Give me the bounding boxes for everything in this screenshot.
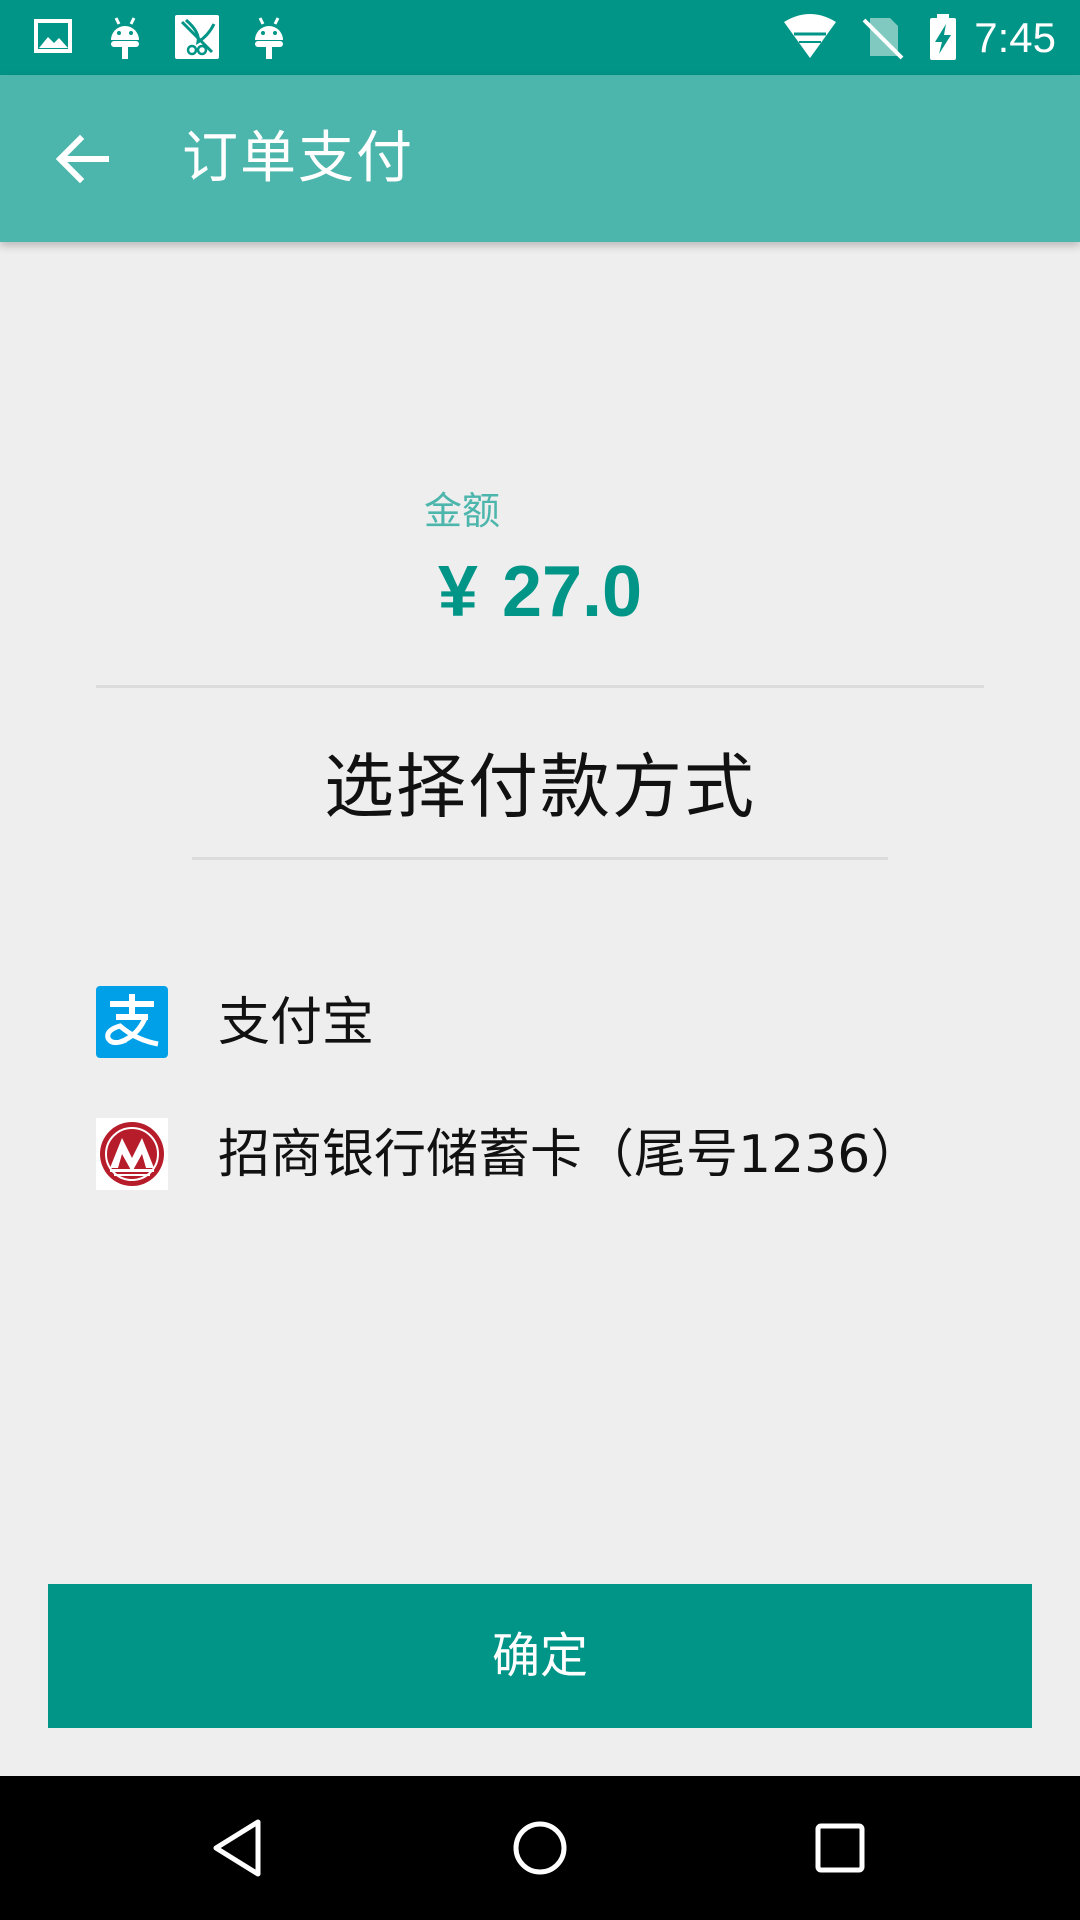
payment-option-cmb-card[interactable]: 招商银行储蓄卡（尾号1236） bbox=[96, 1118, 984, 1190]
amount-number: 27.0 bbox=[501, 552, 643, 632]
image-icon bbox=[34, 19, 72, 53]
page-title: 订单支付 bbox=[182, 126, 414, 191]
recents-square-icon[interactable] bbox=[804, 1812, 876, 1884]
navigation-bar bbox=[0, 1776, 1080, 1920]
amount-value: ¥27.0 bbox=[0, 548, 1080, 636]
confirm-button[interactable]: 确定 bbox=[48, 1584, 1032, 1728]
payment-option-label: 支付宝 bbox=[218, 993, 375, 1053]
currency-symbol: ¥ bbox=[437, 552, 478, 632]
divider bbox=[192, 857, 888, 860]
payment-section-title: 选择付款方式 bbox=[324, 746, 756, 828]
battery-charging-icon bbox=[930, 14, 956, 60]
status-bar: 7:45 bbox=[0, 0, 1080, 75]
home-circle-icon[interactable] bbox=[504, 1812, 576, 1884]
status-time: 7:45 bbox=[974, 14, 1056, 61]
payment-option-alipay[interactable]: 支付宝 bbox=[96, 986, 984, 1058]
android-icon bbox=[255, 17, 283, 59]
amount-label: 金额 bbox=[424, 489, 501, 533]
back-triangle-icon[interactable] bbox=[204, 1812, 276, 1884]
android-icon bbox=[111, 17, 139, 59]
app-notification-icon bbox=[175, 15, 219, 59]
arrow-back-icon[interactable] bbox=[46, 119, 126, 199]
cmb-bank-icon bbox=[96, 1118, 168, 1190]
divider bbox=[96, 685, 984, 688]
no-sim-icon bbox=[862, 18, 904, 60]
alipay-icon bbox=[96, 986, 168, 1058]
app-bar: 订单支付 bbox=[0, 75, 1080, 242]
payment-option-label: 招商银行储蓄卡（尾号1236） bbox=[218, 1125, 923, 1185]
wifi-icon bbox=[784, 14, 836, 58]
